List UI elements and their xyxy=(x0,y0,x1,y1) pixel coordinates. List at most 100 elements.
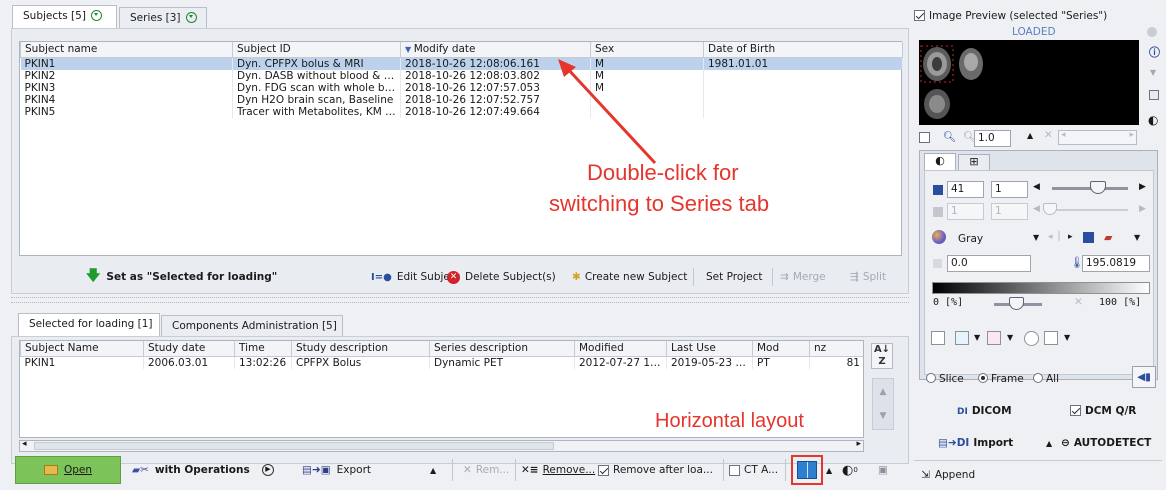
open-button[interactable]: Open xyxy=(15,456,121,484)
checkbox-icon[interactable] xyxy=(919,132,930,143)
info-icon[interactable]: ⓘ xyxy=(1149,44,1160,60)
remove-after-loading-checkbox[interactable]: Remove after loa... xyxy=(598,460,713,480)
chevron-down-icon[interactable]: ▼ xyxy=(1150,68,1156,77)
expand-button[interactable]: ▣ xyxy=(878,460,888,480)
slider-right-icon[interactable]: ▸ xyxy=(1129,130,1134,140)
col-mod[interactable]: Mod xyxy=(752,341,810,357)
import-button[interactable]: ▤➜DI Import xyxy=(938,437,1013,449)
scroll-left-icon[interactable]: ◂ xyxy=(22,439,27,449)
move-down-icon[interactable]: ▼ xyxy=(873,411,893,421)
mode-all-radio[interactable]: All xyxy=(1033,373,1059,385)
sort-az-button[interactable]: A↓ Z xyxy=(871,343,893,369)
merge-button[interactable]: ⇉ Merge xyxy=(780,267,826,287)
col-study-description[interactable]: Study description xyxy=(291,341,430,357)
scroll-thumb[interactable] xyxy=(34,442,554,450)
chevron-down-icon[interactable]: ▼ xyxy=(1007,333,1013,342)
splitter[interactable] xyxy=(11,297,909,303)
set-project-button[interactable]: Set Project xyxy=(706,267,763,287)
scroll-right-icon[interactable]: ▸ xyxy=(856,439,861,449)
close-icon[interactable]: ✕ xyxy=(1044,129,1053,141)
colormap-dropdown-icon[interactable]: ▼ xyxy=(1033,233,1039,242)
col-modified[interactable]: Modified xyxy=(574,341,667,357)
table-row[interactable]: PKIN5 Tracer with Metabolites, KM Fil... 2… xyxy=(20,105,903,118)
remove-short-button[interactable]: ✕ Rem... xyxy=(463,460,509,480)
layout-menu-button[interactable]: ▲ xyxy=(826,460,832,480)
next-icon[interactable]: ▶ xyxy=(1139,182,1146,192)
col-time[interactable]: Time xyxy=(234,341,292,357)
col-subject-name[interactable]: Subject Name xyxy=(20,341,144,357)
frame3-input[interactable]: 1 xyxy=(991,203,1028,220)
mode-slice-radio[interactable]: Slice xyxy=(926,373,964,385)
autodetect-button[interactable]: ⊖ AUTODETECT xyxy=(1061,437,1151,449)
col-last-use[interactable]: Last Use xyxy=(666,341,753,357)
contrast-toggle-button[interactable]: ◐ 0 xyxy=(842,460,858,480)
table-row[interactable]: PKIN1 Dyn. CPFPX bolus & MRI 2018-10-26 12… xyxy=(20,57,903,70)
crosshair-icon[interactable] xyxy=(987,331,1001,345)
corner-tool-icon[interactable] xyxy=(1044,331,1058,345)
chevron-down-icon[interactable]: ▼ xyxy=(1134,233,1140,242)
with-operations-button[interactable]: ▰✂ with Operations xyxy=(132,460,250,480)
prev-icon[interactable]: ◀ xyxy=(1033,204,1040,214)
half-fill-icon[interactable] xyxy=(931,331,945,345)
remove-button[interactable]: ✕≡ Remove... xyxy=(521,460,595,480)
layout-grid-icon[interactable] xyxy=(955,331,969,345)
table-row[interactable]: PKIN4 Dyn H2O brain scan, Baseline 2018-10… xyxy=(20,93,903,106)
create-subject-button[interactable]: ✱ Create new Subject xyxy=(572,267,687,287)
tab-subjects[interactable]: Subjects [5] xyxy=(12,5,117,29)
frame-input[interactable]: 1 xyxy=(991,181,1028,198)
col-study-date[interactable]: Study date xyxy=(143,341,235,357)
col-series-description[interactable]: Series description xyxy=(429,341,575,357)
max-input[interactable]: 195.0819 xyxy=(1082,255,1150,272)
dropdown-circle-icon[interactable] xyxy=(90,10,102,21)
close-icon[interactable]: ✕ xyxy=(1074,296,1083,308)
prev-icon[interactable]: ◀ xyxy=(1033,182,1040,192)
tab-contrast[interactable]: ◐ xyxy=(924,153,956,171)
image-preview[interactable] xyxy=(919,40,1139,125)
tab-selected-for-loading[interactable]: Selected for loading [1] xyxy=(18,313,160,337)
contrast-icon[interactable]: ◐ xyxy=(1148,113,1158,127)
dropdown-circle-icon[interactable] xyxy=(185,12,197,23)
min-input[interactable]: 0.0 xyxy=(947,255,1031,272)
prev-colormap-icon[interactable]: ◂▕ xyxy=(1048,232,1059,242)
colormap-edit-icon[interactable] xyxy=(1083,232,1094,243)
table-row[interactable]: PKIN3 Dyn. FDG scan with whole blo... 2018… xyxy=(20,81,903,94)
zoom-input[interactable]: 1.0 xyxy=(974,130,1011,147)
col-nz[interactable]: nz xyxy=(809,341,863,357)
split-button[interactable]: ⇶ Split xyxy=(850,267,886,287)
slider-left-icon[interactable]: ◂ xyxy=(1061,130,1066,140)
col-subject-name[interactable]: Subject name xyxy=(20,42,233,58)
slice-input[interactable]: 41 xyxy=(947,181,984,198)
frame2-input[interactable]: 1 xyxy=(947,203,984,220)
horizontal-layout-button[interactable] xyxy=(791,455,823,485)
colormap-settings-icon[interactable]: ▰ xyxy=(1104,231,1112,244)
colormap-label[interactable]: Gray xyxy=(958,233,983,245)
horizontal-scrollbar[interactable]: ◂ ▸ xyxy=(19,439,864,452)
mode-frame-radio[interactable]: Frame xyxy=(978,373,1024,385)
load-into-button[interactable]: ◀▮ xyxy=(1132,366,1156,388)
tab-components-admin[interactable]: Components Administration [5] xyxy=(161,315,343,337)
tab-grid[interactable]: ⊞ xyxy=(958,154,990,171)
move-up-icon[interactable]: ▲ xyxy=(873,387,893,397)
image-preview-checkbox[interactable]: Image Preview (selected "Series") xyxy=(914,10,1107,24)
tab-series[interactable]: Series [3] xyxy=(119,7,207,29)
set-selected-button[interactable]: 🡇 Set as "Selected for loading" xyxy=(86,267,277,287)
zoom-in-icon[interactable]: 🔍︎ xyxy=(943,130,956,143)
table-row[interactable]: PKIN1 2006.03.01 13:02:26 CPFPX Bolus Dy… xyxy=(20,356,863,369)
dicom-button[interactable]: DI DICOM xyxy=(957,405,1012,417)
chevron-down-icon[interactable]: ▼ xyxy=(974,333,980,342)
ct-a-checkbox[interactable]: CT A... xyxy=(729,460,778,480)
export-button[interactable]: ▤➜▣ Export xyxy=(302,460,371,480)
next-icon[interactable]: ▶ xyxy=(1139,204,1146,214)
preview-slider[interactable]: ◂ ▸ xyxy=(1058,130,1137,145)
circle-tool-icon[interactable] xyxy=(1024,331,1039,346)
table-row[interactable]: PKIN2 Dyn. DASB without blood & MRI 2018-1… xyxy=(20,69,903,82)
zoom-menu-icon[interactable]: ▲ xyxy=(1027,131,1033,140)
next-colormap-icon[interactable]: ▸ xyxy=(1068,232,1073,242)
operations-options-button[interactable]: ▶ xyxy=(262,460,274,480)
frame-slider[interactable] xyxy=(1052,209,1128,211)
export-menu-button[interactable]: ▲ xyxy=(430,460,436,480)
col-subject-id[interactable]: Subject ID xyxy=(232,42,401,58)
palette-icon[interactable] xyxy=(932,230,946,244)
chevron-down-icon[interactable]: ▼ xyxy=(1064,333,1070,342)
flag-icon[interactable] xyxy=(1149,90,1159,100)
